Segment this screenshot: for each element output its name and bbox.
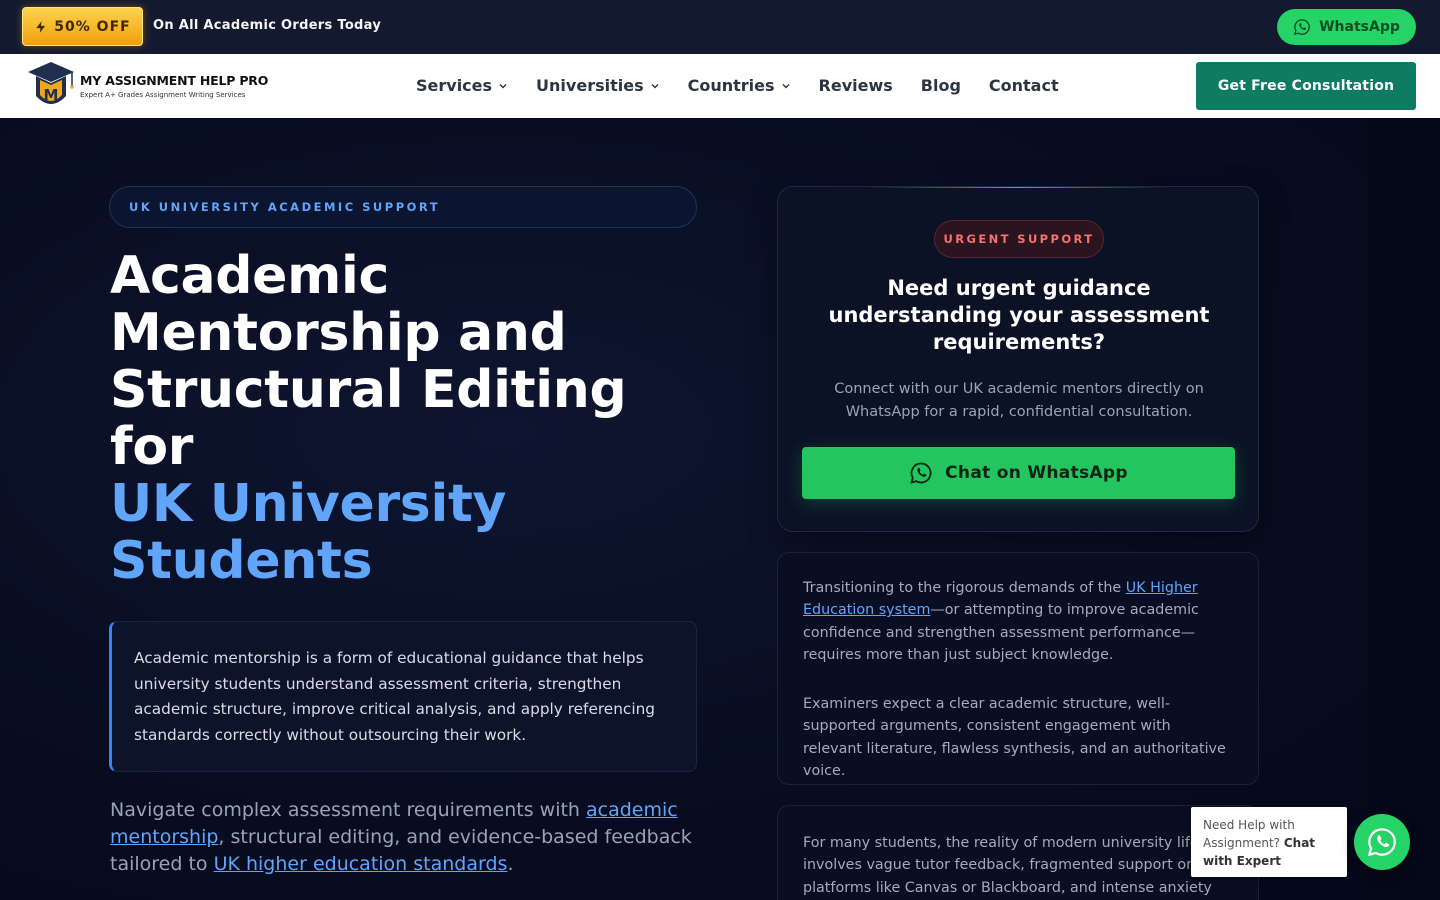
urgent-card-description: Connect with our UK academic mentors dir…: [834, 381, 1204, 420]
intro-paragraph-2: Examiners expect a clear academic struct…: [803, 696, 1226, 780]
whatsapp-top-label: WhatsApp: [1319, 19, 1400, 35]
hero-kicker: UK UNIVERSITY ACADEMIC SUPPORT: [109, 186, 697, 228]
nav-countries-label: Countries: [687, 76, 775, 95]
promo-bar: 50% OFF On All Academic Orders Today Wha…: [0, 0, 1440, 54]
logo-text: MY ASSIGNMENT HELP PRO Expert A+ Grades …: [80, 73, 268, 99]
nav-universities[interactable]: Universities: [536, 76, 660, 95]
lead-text-start: Navigate complex assessment requirements…: [110, 799, 587, 821]
main-nav: Services Universities Countries Reviews …: [416, 76, 1059, 95]
intro-paragraph-1: Transitioning to the rigorous demands of…: [803, 577, 1234, 666]
lead-text-end: .: [507, 853, 514, 875]
lightning-icon: [36, 20, 46, 33]
definition-callout: Academic mentorship is a form of educati…: [109, 621, 697, 772]
get-free-consultation-button[interactable]: Get Free Consultation: [1196, 62, 1416, 110]
chat-on-whatsapp-label: Chat on WhatsApp: [945, 463, 1128, 483]
whatsapp-icon: [910, 462, 932, 484]
help-chat-bubble[interactable]: Need Help with Assignment? Chat with Exp…: [1191, 807, 1347, 877]
nav-services-label: Services: [416, 76, 493, 95]
logo-title: MY ASSIGNMENT HELP PRO: [80, 73, 269, 88]
chevron-down-icon: [651, 83, 659, 88]
nav-universities-label: Universities: [536, 76, 644, 95]
nav-reviews[interactable]: Reviews: [819, 76, 893, 95]
hero-title-accent: UK University Students: [110, 474, 507, 591]
whatsapp-icon: [1294, 19, 1310, 36]
chevron-down-icon: [499, 83, 507, 88]
student-reality-paragraph: For many students, the reality of modern…: [803, 835, 1212, 896]
page-edge-shade: [1368, 118, 1440, 900]
hero-lead: Navigate complex assessment requirements…: [110, 797, 700, 878]
nav-countries[interactable]: Countries: [688, 76, 791, 95]
hero-title: Academic Mentorship and Structural Editi…: [110, 248, 670, 590]
uk-higher-education-standards-link[interactable]: UK higher education standards: [214, 853, 508, 875]
whatsapp-top-button[interactable]: WhatsApp: [1277, 9, 1416, 45]
student-reality-card: For many students, the reality of modern…: [777, 805, 1259, 900]
urgent-support-pill: URGENT SUPPORT: [934, 220, 1104, 258]
urgent-card-title: Need urgent guidance understanding your …: [828, 276, 1210, 354]
whatsapp-icon: [1367, 828, 1396, 857]
discount-badge[interactable]: 50% OFF: [22, 7, 143, 46]
logo-subtitle: Expert A+ Grades Assignment Writing Serv…: [80, 91, 246, 99]
chat-on-whatsapp-button[interactable]: Chat on WhatsApp: [802, 447, 1235, 499]
svg-text:M: M: [44, 86, 59, 104]
help-bubble-text: Need Help with Assignment?: [1203, 818, 1295, 850]
graduation-cap-logo-icon: M: [28, 62, 74, 104]
whatsapp-floating-button[interactable]: [1354, 814, 1410, 870]
discount-badge-label: 50% OFF: [54, 18, 131, 35]
navbar: M MY ASSIGNMENT HELP PRO Expert A+ Grade…: [0, 54, 1440, 118]
nav-contact[interactable]: Contact: [989, 76, 1059, 95]
urgent-support-card: URGENT SUPPORT Need urgent guidance unde…: [777, 186, 1259, 532]
promo-text: On All Academic Orders Today: [153, 18, 382, 33]
hero-title-main: Academic Mentorship and Structural Editi…: [110, 246, 627, 477]
intro-p1-start: Transitioning to the rigorous demands of…: [803, 580, 1126, 596]
intro-text-card: Transitioning to the rigorous demands of…: [777, 552, 1259, 785]
site-logo[interactable]: M MY ASSIGNMENT HELP PRO Expert A+ Grade…: [26, 60, 268, 112]
chevron-down-icon: [782, 83, 790, 88]
nav-services[interactable]: Services: [416, 76, 508, 95]
nav-blog[interactable]: Blog: [921, 76, 961, 95]
